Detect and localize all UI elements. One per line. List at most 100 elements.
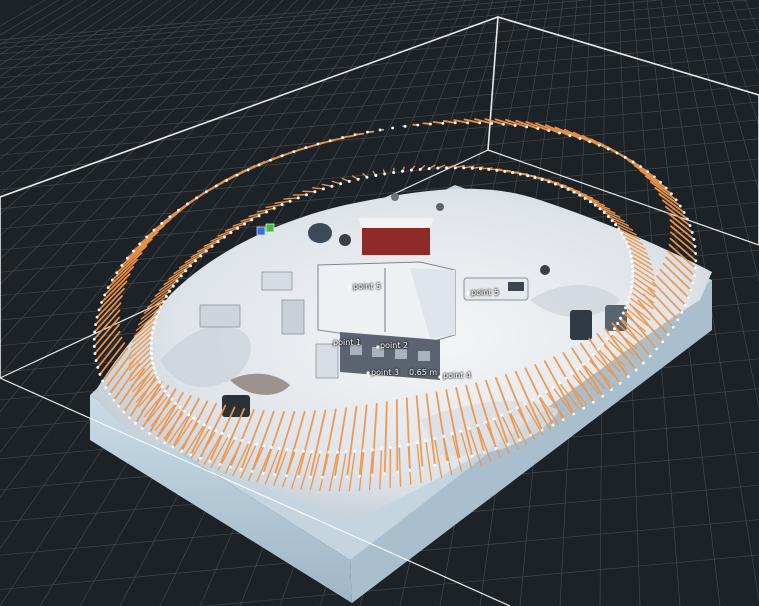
flight-path-dot (257, 163, 261, 167)
flight-path-dot (163, 389, 167, 393)
scene-canvas[interactable] (0, 0, 759, 606)
flight-path-dot (339, 182, 343, 186)
flight-path-dot (615, 151, 619, 155)
flight-path-dot (518, 438, 521, 442)
flight-path-dot (424, 439, 428, 443)
flight-path-dot (304, 146, 308, 150)
flight-path-dot (293, 449, 297, 453)
flight-path-dot (131, 249, 135, 253)
flight-path-dot (210, 244, 214, 248)
flight-path-dot (401, 169, 405, 173)
flight-path-dot (578, 193, 582, 197)
flight-path-dot (154, 371, 158, 375)
flight-path-dot (92, 345, 96, 348)
flight-path-dot (583, 196, 587, 200)
flight-path-dot (421, 466, 424, 470)
marker-point-2[interactable]: point 2 (380, 341, 408, 350)
flight-path-dot (629, 255, 633, 259)
flight-path-dot (416, 123, 420, 127)
flight-path-dot (621, 311, 625, 315)
flight-path-dot (188, 264, 192, 268)
flight-path-dot (685, 217, 689, 221)
flight-path-dot (236, 226, 240, 230)
flight-path-dot (214, 184, 218, 188)
flight-path-dot (618, 381, 622, 385)
flight-path-dot (690, 231, 694, 234)
flight-path-dot (108, 392, 112, 396)
flight-path-dot (478, 121, 482, 125)
cube-gizmo-icon[interactable] (256, 226, 266, 236)
flight-path-dot (676, 318, 680, 322)
flight-path-dot (330, 184, 334, 188)
flight-path-dot (152, 228, 156, 232)
flight-path-dot (619, 316, 623, 320)
flight-path-dot (243, 222, 247, 226)
marker-point-5[interactable]: point 5 (471, 288, 499, 297)
flight-path-dot (195, 196, 199, 200)
3d-viewport[interactable]: point 5 point 5 point 1 point 2 point 3 … (0, 0, 759, 606)
flight-path-dot (156, 376, 160, 380)
flight-path-dot (153, 321, 157, 325)
flight-path-dot (347, 179, 351, 183)
flight-path-dot (240, 438, 244, 442)
flight-path-dot (166, 393, 170, 397)
flight-path-dot (250, 469, 254, 473)
flight-path-dot (353, 449, 357, 453)
flight-path-dot (150, 336, 154, 340)
flight-path-dot (446, 461, 449, 464)
flight-path-dot (593, 203, 597, 207)
flight-path-dot (572, 190, 576, 194)
flight-path-dot (125, 256, 129, 260)
flight-path-dot (680, 311, 684, 314)
flight-path-dot (147, 431, 151, 435)
marker-point-4[interactable]: point 4 (443, 371, 471, 380)
flight-path-dot (218, 462, 222, 466)
flight-path-dot (304, 193, 308, 197)
flight-path-dot (198, 456, 202, 460)
flight-path-dot (523, 402, 527, 406)
flight-path-dot (179, 274, 183, 278)
flight-path-dot (641, 361, 645, 365)
flight-path-dot (602, 211, 606, 215)
flight-path-dot (193, 259, 197, 263)
flight-path-dot (92, 337, 96, 341)
flight-path-dot (214, 429, 218, 433)
flight-path-dot (639, 165, 643, 169)
flight-path-dot (450, 432, 454, 436)
flight-path-dot (327, 450, 331, 454)
marker-point-top[interactable]: point 5 (353, 282, 381, 291)
flight-path-dot (98, 372, 102, 376)
flight-path-dot (659, 180, 662, 184)
flight-path-dot (624, 240, 628, 244)
flight-path-dot (204, 249, 208, 253)
flight-path-dot (145, 235, 149, 239)
flight-path-dot (154, 316, 158, 320)
flight-path-dot (689, 288, 693, 292)
flight-path-dot (151, 361, 155, 365)
flight-path-dot (547, 180, 551, 184)
flight-path-dot (462, 166, 466, 170)
flight-path-dot (634, 368, 638, 372)
flight-path-dot (484, 420, 488, 424)
flight-path-dot (495, 168, 499, 172)
flight-path-dot (96, 366, 100, 369)
flight-path-dot (197, 420, 201, 424)
flight-path-dot (316, 142, 320, 146)
flight-path-dot (693, 266, 697, 270)
flight-path-dot (257, 214, 261, 218)
flight-path-dot (182, 409, 186, 413)
flight-path-dot (117, 404, 120, 408)
flight-path-dot (564, 376, 568, 380)
flight-path-dot (581, 362, 585, 366)
flight-path-dot (631, 160, 635, 164)
marker-point-3[interactable]: point 3 (371, 368, 399, 377)
flight-path-dot (383, 172, 387, 176)
flight-path-dot (678, 204, 682, 208)
flight-path-dot (626, 375, 630, 379)
flight-path-dot (683, 303, 687, 307)
flight-path-dot (518, 172, 522, 176)
flight-path-dot (558, 381, 562, 385)
camera-ray (479, 167, 493, 170)
measure-icon[interactable] (265, 223, 275, 233)
marker-point-1[interactable]: point 1 (333, 338, 361, 347)
